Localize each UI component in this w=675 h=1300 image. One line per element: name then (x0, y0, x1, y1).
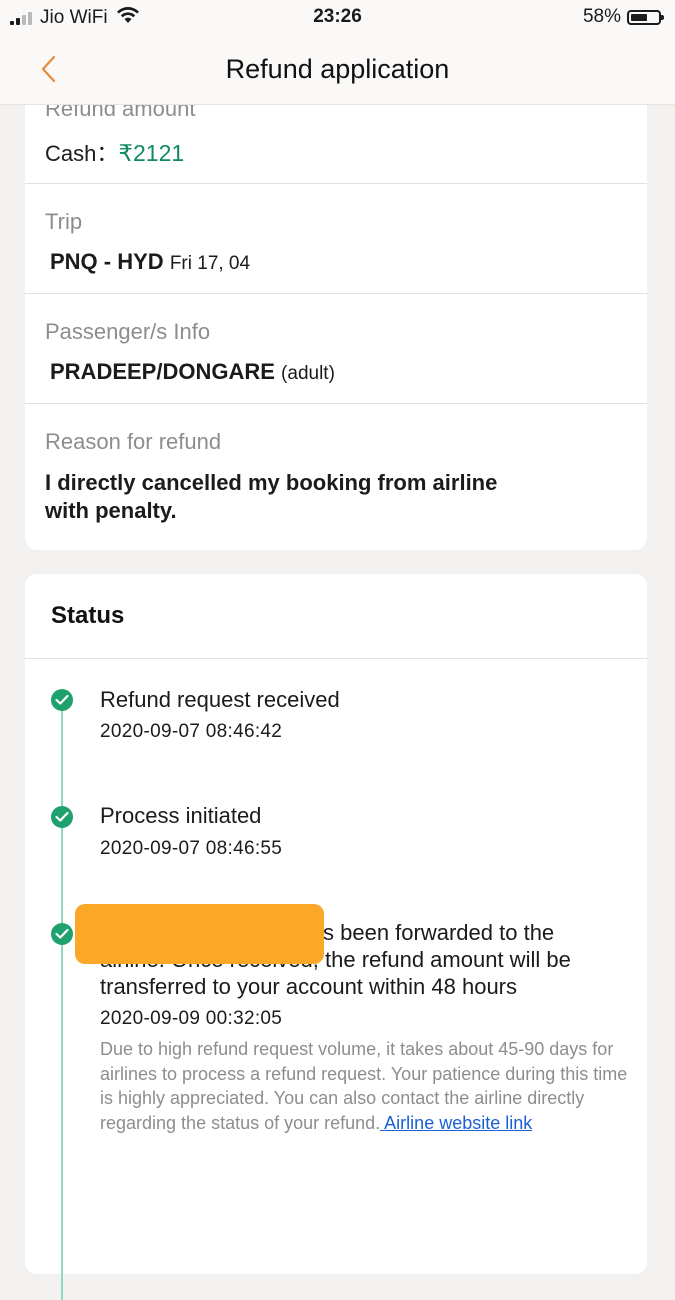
step-2-title: Process initiated (100, 803, 262, 828)
step-3-note: Due to high refund request volume, it ta… (100, 1037, 630, 1135)
passenger-type: (adult) (281, 363, 335, 384)
passenger-name: PRADEEP/DONGARE (50, 359, 275, 384)
reason-value: I directly cancelled my booking from air… (45, 470, 498, 523)
airline-website-link[interactable]: Airline website link (380, 1113, 532, 1133)
trip-date: Fri 17, 04 (169, 253, 251, 274)
action-button[interactable] (75, 904, 324, 964)
battery-icon (627, 9, 664, 25)
trip-value: PNQ - HYD Fri 17, 04 (50, 249, 250, 275)
step-3-check-icon (51, 923, 73, 945)
step-2-time: 2020-09-07 08:46:55 (100, 838, 283, 859)
step-3-note-text: Due to high refund request volume, it ta… (100, 1039, 628, 1133)
trip-label: Trip (45, 209, 83, 234)
refund-details-card: Refund amount Cash：₹2121 Trip PNQ - HYD … (25, 80, 647, 550)
trip-row: Trip PNQ - HYD Fri 17, 04 (25, 183, 647, 294)
passenger-row: Passenger/s Info PRADEEP/DONGARE (adult) (25, 293, 647, 404)
reason-label: Reason for refund (45, 429, 222, 454)
trip-route: PNQ - HYD (50, 249, 164, 274)
step-1-title: Refund request received (100, 687, 340, 712)
navigation-header: Refund application (0, 34, 675, 105)
cash-label: Cash： (45, 141, 119, 166)
step-1-time: 2020-09-07 08:46:42 (100, 721, 283, 742)
timeline-line (61, 700, 63, 1300)
status-bar: Jio WiFi 23:26 58% (0, 0, 675, 34)
step-3-time: 2020-09-09 00:32:05 (100, 1008, 283, 1029)
passenger-value: PRADEEP/DONGARE (adult) (50, 359, 335, 385)
status-divider (25, 658, 647, 659)
refund-amount-value: Cash：₹2121 (45, 136, 184, 168)
reason-row: Reason for refund I directly cancelled m… (25, 403, 647, 550)
step-1-check-icon (51, 689, 73, 711)
status-bar-right: 58% (582, 6, 664, 28)
battery-percent: 58% (582, 6, 621, 27)
passenger-label: Passenger/s Info (45, 319, 211, 344)
status-bar-time: 23:26 (313, 6, 362, 27)
status-title: Status (51, 602, 125, 629)
page-title: Refund application (225, 54, 450, 84)
step-2-check-icon (51, 806, 73, 828)
cash-amount: ₹2121 (118, 140, 185, 166)
